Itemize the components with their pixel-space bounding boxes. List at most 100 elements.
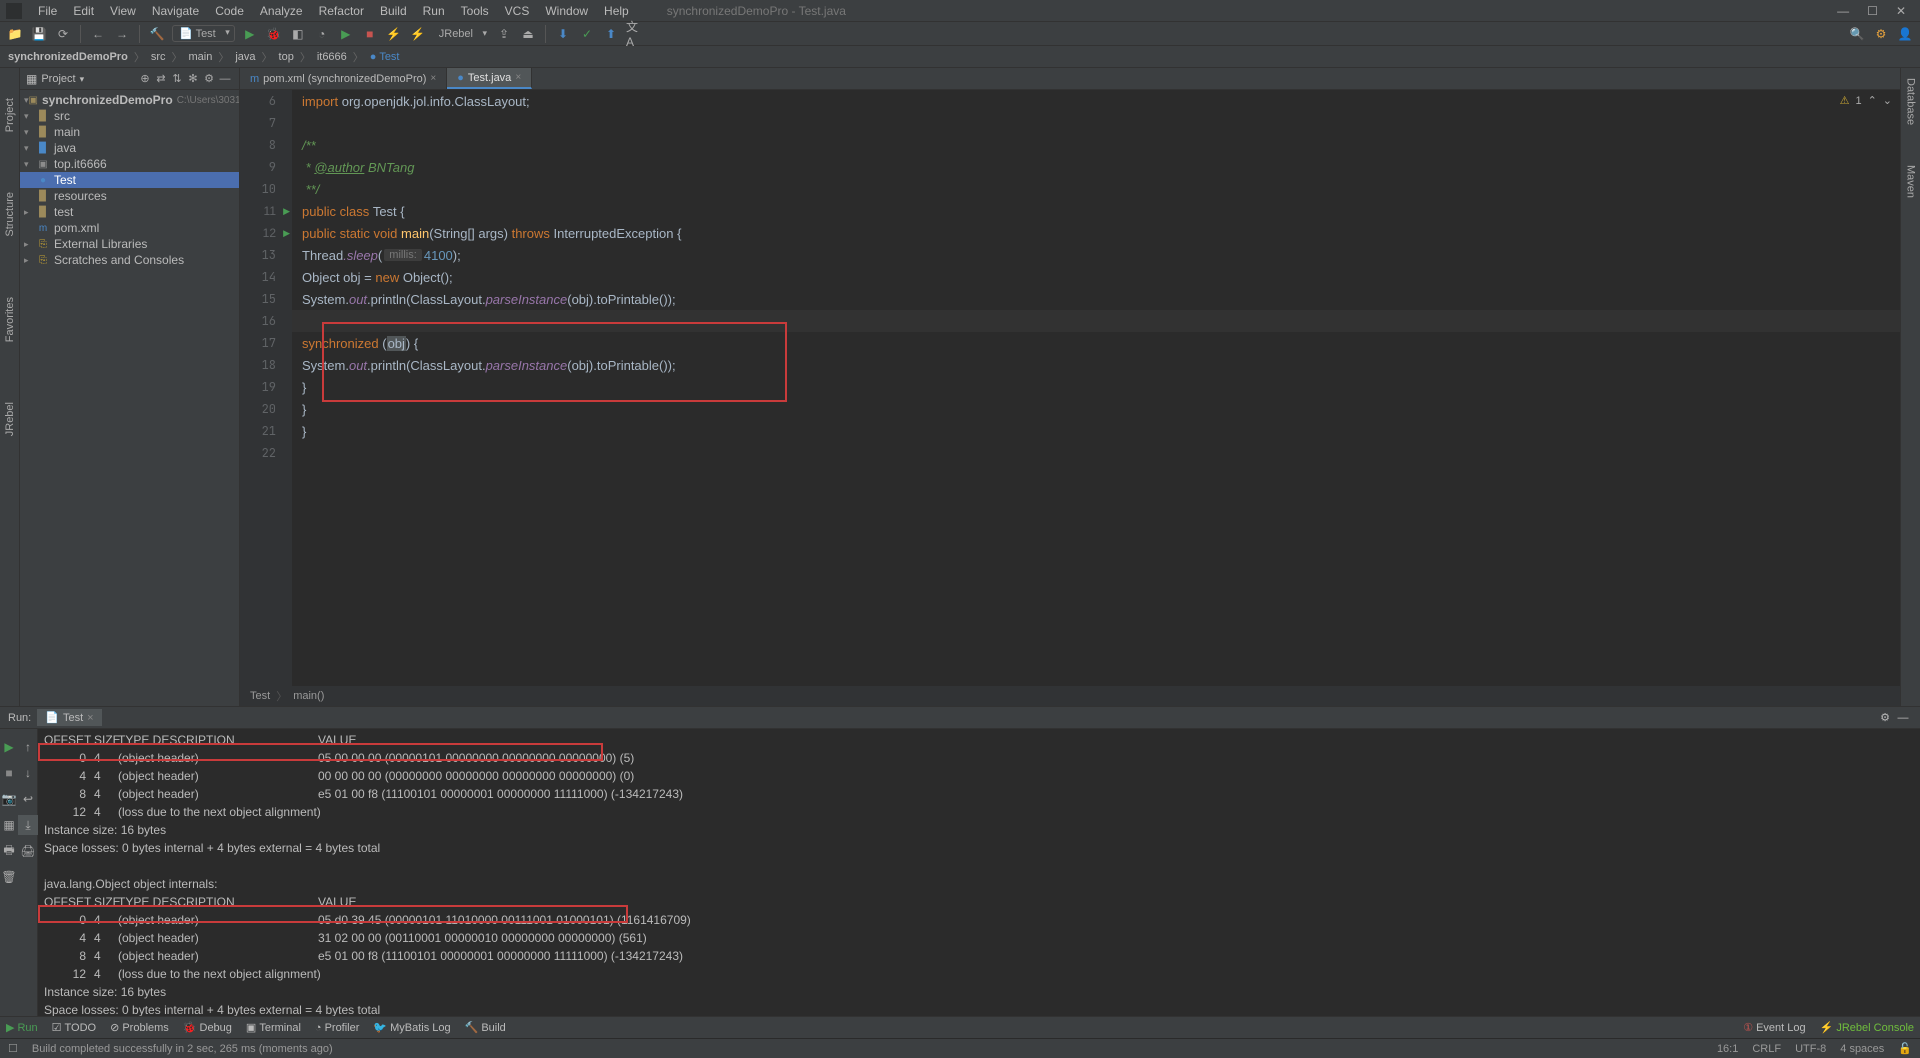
tree-root[interactable]: ▾▣synchronizedDemoProC:\Users\30315\D (20, 92, 239, 108)
run-arrow-icon[interactable]: ▶ (337, 25, 355, 43)
tool-run[interactable]: ▶ Run (6, 1021, 38, 1034)
status-indent[interactable]: 4 spaces (1840, 1043, 1884, 1055)
project-title[interactable]: Project▾ (41, 73, 137, 85)
tool-structure-tab[interactable]: Structure (4, 192, 16, 237)
tab-test-java[interactable]: ●Test.java× (447, 68, 532, 89)
scroll-end-icon[interactable]: ⤓ (18, 815, 38, 835)
git-pull-icon[interactable]: ⬇ (554, 25, 572, 43)
crumb-test[interactable]: ● Test (370, 51, 400, 63)
status-lock-icon[interactable]: 🔓 (1898, 1042, 1912, 1055)
rerun-icon[interactable]: ▶ (0, 737, 19, 757)
menu-run[interactable]: Run (415, 2, 453, 20)
close-icon[interactable]: 🗑 (0, 867, 19, 887)
stop-icon[interactable]: ■ (361, 25, 379, 43)
gear-icon[interactable]: ⚙ (201, 72, 217, 85)
jrebel-debug-icon[interactable]: ⚡ (409, 25, 427, 43)
hide-icon[interactable]: — (217, 73, 233, 85)
forward-icon[interactable]: → (113, 25, 131, 43)
menu-view[interactable]: View (102, 2, 144, 20)
collapse-icon[interactable]: ⇅ (169, 72, 185, 85)
tab-pom[interactable]: mpom.xml (synchronizedDemoPro)× (240, 68, 447, 89)
expand-icon[interactable]: ⇄ (153, 72, 169, 85)
project-tree[interactable]: ▾▣synchronizedDemoProC:\Users\30315\D ▾▉… (20, 90, 239, 706)
tool-problems[interactable]: ⊘ Problems (110, 1021, 169, 1034)
down-icon[interactable]: ↓ (18, 763, 38, 783)
tree-test[interactable]: ▸▉test (20, 204, 239, 220)
menu-tools[interactable]: Tools (453, 2, 497, 20)
close-icon[interactable]: × (515, 72, 521, 83)
attach-icon[interactable]: ⇪ (495, 25, 513, 43)
menu-file[interactable]: File (30, 2, 65, 20)
tool-eventlog[interactable]: ① Event Log (1743, 1021, 1805, 1034)
avatar-icon[interactable]: 👤 (1896, 25, 1914, 43)
search-icon[interactable]: 🔍 (1848, 25, 1866, 43)
menu-refactor[interactable]: Refactor (311, 2, 372, 20)
tool-terminal[interactable]: ▣ Terminal (246, 1021, 301, 1034)
tree-resources[interactable]: ▉resources (20, 188, 239, 204)
translate-icon[interactable]: 文A (626, 25, 644, 43)
menu-navigate[interactable]: Navigate (144, 2, 207, 20)
locate-icon[interactable]: ⊕ (137, 72, 153, 85)
open-icon[interactable]: 📁 (6, 25, 24, 43)
run-hide-icon[interactable]: — (1894, 712, 1912, 724)
crumb-root[interactable]: synchronizedDemoPro (8, 51, 128, 63)
print-icon[interactable]: 🖨 (18, 841, 38, 861)
tree-java[interactable]: ▾▉java (20, 140, 239, 156)
tool-mybatis[interactable]: 🐦 MyBatis Log (373, 1021, 450, 1034)
run-gutter-icon[interactable]: ▶ (283, 228, 290, 239)
crumb-method[interactable]: main() (293, 690, 324, 702)
stop-icon[interactable]: ■ (0, 763, 19, 783)
status-window-icon[interactable]: ☐ (8, 1042, 18, 1055)
tree-package[interactable]: ▾▣top.it6666 (20, 156, 239, 172)
run-tab-test[interactable]: 📄 Test × (37, 709, 101, 726)
tree-scratches[interactable]: ▸⎘Scratches and Consoles (20, 252, 239, 268)
tool-build[interactable]: 🔨 Build (465, 1021, 506, 1034)
run-settings-icon[interactable]: ⚙ (1876, 711, 1894, 724)
tree-class-test[interactable]: ●Test (20, 172, 239, 188)
close-icon[interactable]: × (430, 73, 436, 84)
save-icon[interactable]: 💾 (30, 25, 48, 43)
status-caret-pos[interactable]: 16:1 (1717, 1043, 1738, 1055)
tree-external-libs[interactable]: ▸⎘External Libraries (20, 236, 239, 252)
window-maximize[interactable]: ☐ (1867, 4, 1878, 18)
status-line-ending[interactable]: CRLF (1752, 1043, 1781, 1055)
run-icon[interactable]: ▶ (241, 25, 259, 43)
coverage-icon[interactable]: ◧ (289, 25, 307, 43)
run-config-dropdown[interactable]: 📄 Test (172, 25, 235, 42)
tool-debug[interactable]: 🐞 Debug (183, 1021, 232, 1034)
window-minimize[interactable]: — (1837, 4, 1849, 18)
menu-code[interactable]: Code (207, 2, 252, 20)
crumb-it6666[interactable]: it6666 (317, 51, 347, 63)
exit-icon[interactable]: ⏏ (519, 25, 537, 43)
window-close[interactable]: ✕ (1896, 4, 1906, 18)
crumb-top[interactable]: top (279, 51, 294, 63)
menu-edit[interactable]: Edit (65, 2, 102, 20)
menu-analyze[interactable]: Analyze (252, 2, 311, 20)
build-icon[interactable]: 🔨 (148, 25, 166, 43)
crumb-java[interactable]: java (235, 51, 255, 63)
status-encoding[interactable]: UTF-8 (1795, 1043, 1826, 1055)
tree-main[interactable]: ▾▉main (20, 124, 239, 140)
tool-jrebel-tab[interactable]: JRebel (4, 402, 16, 436)
tool-profiler[interactable]: ◔ Profiler (315, 1022, 360, 1034)
ide-settings-icon[interactable]: ⚙ (1872, 25, 1890, 43)
up-icon[interactable]: ↑ (18, 737, 38, 757)
crumb-src[interactable]: src (151, 51, 166, 63)
jrebel-dropdown[interactable]: JRebel (433, 27, 489, 41)
dump-icon[interactable]: 📷 (0, 789, 19, 809)
profile-icon[interactable]: ◔ (313, 25, 331, 43)
layout-icon[interactable]: ▦ (0, 815, 19, 835)
menu-build[interactable]: Build (372, 2, 415, 20)
menu-window[interactable]: Window (537, 2, 596, 20)
tool-database-tab[interactable]: Database (1905, 78, 1917, 125)
debug-icon[interactable]: 🐞 (265, 25, 283, 43)
tree-pom[interactable]: mpom.xml (20, 220, 239, 236)
console-output[interactable]: OFFSETSIZETYPE DESCRIPTIONVALUE 04(objec… (38, 729, 1920, 1016)
menu-help[interactable]: Help (596, 2, 637, 20)
git-commit-icon[interactable]: ✓ (578, 25, 596, 43)
menu-vcs[interactable]: VCS (497, 2, 538, 20)
tool-project-tab[interactable]: Project (4, 98, 16, 132)
jrebel-run-icon[interactable]: ⚡ (385, 25, 403, 43)
tool-jrebel-console[interactable]: ⚡ JRebel Console (1820, 1021, 1914, 1034)
pin-icon[interactable]: 🖶 (0, 841, 19, 861)
